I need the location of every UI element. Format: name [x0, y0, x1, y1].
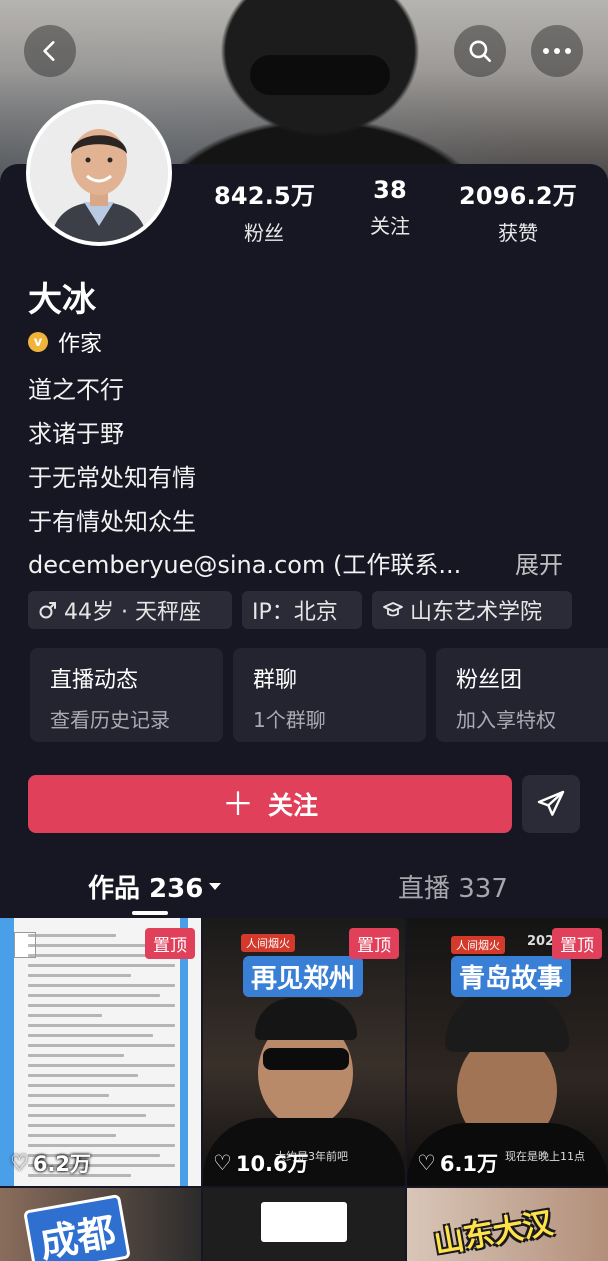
school-tag[interactable]: 山东艺术学院 — [372, 591, 572, 629]
following-label: 关注 — [370, 214, 410, 238]
bio-line: 求诸于野 — [28, 420, 124, 448]
likes-label: 获赞 — [498, 221, 538, 245]
video-title-banner: 成都 — [23, 1193, 131, 1261]
school-tag-text: 山东艺术学院 — [410, 600, 543, 625]
stats-row: 842.5万 粉丝 38 关注 2096.2万 获赞 — [200, 176, 600, 245]
share-button[interactable] — [522, 775, 580, 833]
expand-bio-link[interactable]: 展开 — [515, 545, 563, 580]
video-title-banner: 再见郑州 — [243, 956, 364, 997]
profile-name: 大冰 — [28, 280, 96, 320]
tile-group-chat[interactable]: 群聊 1个群聊 — [233, 648, 426, 742]
stat-following[interactable]: 38 关注 — [350, 176, 430, 239]
caret-down-icon — [209, 883, 222, 890]
video-likes: ♡ 6.2万 — [10, 1148, 91, 1178]
follow-label: 关注 — [268, 791, 319, 820]
heart-icon: ♡ — [213, 1151, 232, 1175]
ip-tag-text: IP：北京 — [252, 600, 338, 625]
thumb-screenshot — [261, 1202, 347, 1242]
video-likes: ♡ 10.6万 — [213, 1148, 309, 1178]
avatar-portrait — [30, 104, 168, 242]
video-thumb[interactable]: 山东大汉 — [407, 1188, 608, 1261]
age-tag-text: 44岁 · 天秤座 — [64, 600, 201, 625]
likes-value: 6.1万 — [439, 1152, 499, 1176]
video-tag: 人间烟火 — [241, 934, 295, 952]
age-tag: 44岁 · 天秤座 — [28, 591, 232, 629]
thumb-cap — [255, 998, 357, 1040]
plus-icon: ＋ — [221, 785, 254, 823]
pinned-badge: 置顶 — [145, 928, 195, 959]
likes-value: 10.6万 — [235, 1152, 309, 1176]
bio-line: 于有情处知众生 — [28, 508, 196, 536]
chevron-left-icon — [43, 41, 55, 61]
tile-subtitle: 查看历史记录 — [50, 708, 170, 732]
doc-border — [0, 918, 14, 1186]
verification-row: v 作家 — [28, 326, 102, 358]
stat-likes[interactable]: 2096.2万 获赞 — [458, 176, 578, 246]
tile-live-history[interactable]: 直播动态 查看历史记录 — [30, 648, 223, 742]
ip-tag: IP：北京 — [242, 591, 362, 629]
avatar[interactable] — [26, 100, 172, 246]
tile-title: 粉丝团 — [456, 668, 523, 693]
heart-icon: ♡ — [417, 1151, 436, 1175]
graduation-cap-icon — [383, 602, 403, 617]
likes-count: 2096.2万 — [458, 182, 577, 210]
search-button[interactable] — [454, 25, 506, 77]
tile-subtitle: 加入享特权 — [456, 708, 556, 732]
stat-fans[interactable]: 842.5万 粉丝 — [214, 176, 316, 246]
likes-value: 6.2万 — [32, 1152, 92, 1176]
tile-title: 群聊 — [253, 668, 298, 693]
video-thumb[interactable]: 置顶 ♡ 6.2万 — [0, 918, 201, 1186]
search-icon — [469, 40, 492, 63]
tile-title: 直播动态 — [50, 668, 139, 693]
video-title-banner: 山东大汉 — [431, 1205, 556, 1261]
video-thumb[interactable] — [203, 1188, 405, 1261]
video-likes: ♡ 6.1万 — [417, 1148, 498, 1178]
thumb-sunglasses — [263, 1048, 349, 1070]
tab-works[interactable]: 作品 236 — [88, 868, 222, 905]
more-button[interactable] — [531, 25, 583, 77]
heart-icon: ♡ — [10, 1151, 29, 1175]
back-button[interactable] — [24, 25, 76, 77]
thumb-cap — [445, 990, 569, 1052]
more-dots-icon — [543, 48, 571, 54]
pinned-badge: 置顶 — [349, 928, 399, 959]
video-subtitle: 现在是晚上11点 — [505, 1150, 585, 1163]
cover-visor — [250, 55, 390, 95]
video-thumb[interactable]: 成都 — [0, 1188, 201, 1261]
verified-badge-icon: v — [28, 332, 48, 352]
male-icon — [39, 602, 56, 619]
verification-text: 作家 — [58, 332, 103, 357]
follow-button[interactable]: ＋ 关注 — [28, 775, 512, 833]
pinned-badge: 置顶 — [552, 928, 602, 959]
video-year: 202 — [527, 934, 555, 949]
tab-indicator — [132, 911, 168, 915]
doc-text-lines — [28, 934, 175, 1184]
tab-works-label: 作品 236 — [88, 874, 204, 904]
tab-live[interactable]: 直播 337 — [398, 868, 508, 905]
video-thumb[interactable]: 人间烟火 再见郑州 大约是3年前吧 置顶 ♡ 10.6万 — [203, 918, 405, 1186]
tile-fan-club[interactable]: 粉丝团 加入享特权 — [436, 648, 608, 742]
fans-count: 842.5万 — [214, 182, 316, 210]
video-title-banner: 青岛故事 — [451, 956, 572, 997]
video-tag: 人间烟火 — [451, 936, 505, 954]
bio-line: 道之不行 — [28, 376, 124, 404]
following-count: 38 — [373, 176, 407, 204]
bio-line: 于无常处知有情 — [28, 464, 196, 492]
tile-subtitle: 1个群聊 — [253, 708, 326, 732]
fans-label: 粉丝 — [244, 221, 284, 245]
paper-plane-icon — [537, 790, 565, 816]
video-thumb[interactable]: 人间烟火 202 青岛故事 现在是晚上11点 置顶 ♡ 6.1万 — [407, 918, 608, 1186]
contact-email: decemberyue@sina.com (工作联系... — [28, 551, 462, 579]
